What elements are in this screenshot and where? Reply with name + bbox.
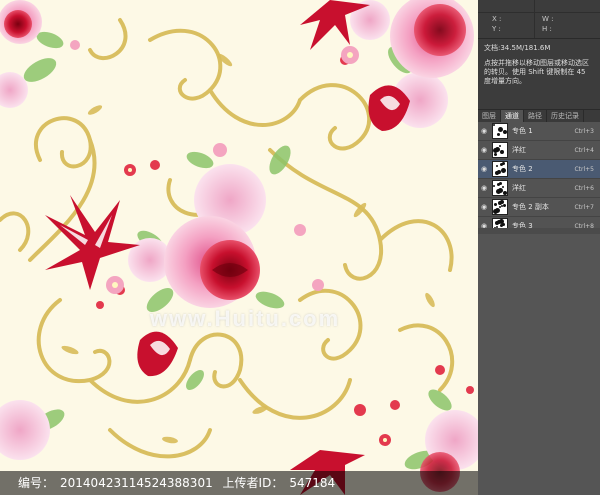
- info-w-label: W :: [542, 15, 554, 23]
- channel-name: 专色 2 副本: [512, 203, 549, 211]
- channel-thumbnail: [492, 180, 508, 196]
- caption-id-value: 20140423114524388301: [60, 476, 213, 490]
- channel-name: 专色 1: [512, 127, 533, 135]
- watermark-text: www.Huitu.com: [150, 306, 341, 331]
- channels-list: ◉ 专色 1 Ctrl+3 ◉ 洋红 Ctrl+4 ◉ 专色 2 Ctrl+5 ◉ 洋红 Ctrl+6…: [478, 122, 600, 236]
- tab-2[interactable]: 路径: [524, 110, 547, 122]
- tab-3[interactable]: 历史记录: [547, 110, 584, 122]
- eye-icon[interactable]: ◉: [479, 184, 489, 192]
- channel-row[interactable]: ◉ 专色 2 副本 Ctrl+7: [478, 198, 600, 217]
- channel-shortcut: Ctrl+6: [574, 184, 594, 192]
- channel-name: 专色 2: [512, 165, 533, 173]
- channel-row[interactable]: ◉ 洋红 Ctrl+6: [478, 179, 600, 198]
- panel-tabs: 图层 通道 路径 历史记录: [478, 109, 600, 122]
- channel-thumbnail: [492, 142, 508, 158]
- eye-icon[interactable]: ◉: [479, 146, 489, 154]
- channel-thumbnail: [492, 123, 508, 139]
- eye-icon[interactable]: ◉: [479, 127, 489, 135]
- eye-icon[interactable]: ◉: [479, 165, 489, 173]
- panel-empty-area: [478, 228, 600, 495]
- info-h-label: H :: [542, 25, 552, 33]
- document-size: 文档:34.5M/181.6M: [478, 39, 600, 57]
- channel-thumbnail: [492, 199, 508, 215]
- red-roses: [4, 4, 466, 492]
- floral-pattern-artwork: [0, 0, 478, 495]
- tab-1[interactable]: 通道: [501, 110, 524, 122]
- channel-shortcut: Ctrl+7: [574, 203, 594, 211]
- tool-hint: 点按并拖移以移动图层或移动选区的转贝。使用 Shift 键限制在 45 度增量方…: [478, 57, 600, 109]
- channel-name: 洋红: [512, 146, 526, 154]
- caption-id-label: 编号：: [18, 476, 55, 490]
- info-x-label: X :: [492, 15, 502, 23]
- channel-row[interactable]: ◉ 专色 2 Ctrl+5: [478, 160, 600, 179]
- caption-uploader-label: 上传者ID：: [222, 476, 284, 490]
- caption-uploader-value: 547184: [289, 476, 336, 490]
- channel-row[interactable]: ◉ 专色 1 Ctrl+3: [478, 122, 600, 141]
- image-caption-bar: 编号： 20140423114524388301 上传者ID： 547184: [0, 471, 478, 495]
- channel-thumbnail: [492, 161, 508, 177]
- photoshop-side-panel: X : Y : W : H : 文档:34.5M/181.6M 点按并拖移以移动…: [478, 0, 600, 495]
- info-panel: X : Y : W : H :: [478, 0, 600, 39]
- channel-shortcut: Ctrl+5: [574, 165, 594, 173]
- tab-0[interactable]: 图层: [478, 110, 501, 122]
- eye-icon[interactable]: ◉: [479, 203, 489, 211]
- channel-shortcut: Ctrl+3: [574, 127, 594, 135]
- channel-name: 洋红: [512, 184, 526, 192]
- info-y-label: Y :: [492, 25, 501, 33]
- channel-shortcut: Ctrl+4: [574, 146, 594, 154]
- document-canvas[interactable]: www.Huitu.com 编号： 20140423114524388301 上传…: [0, 0, 478, 495]
- channel-row[interactable]: ◉ 洋红 Ctrl+4: [478, 141, 600, 160]
